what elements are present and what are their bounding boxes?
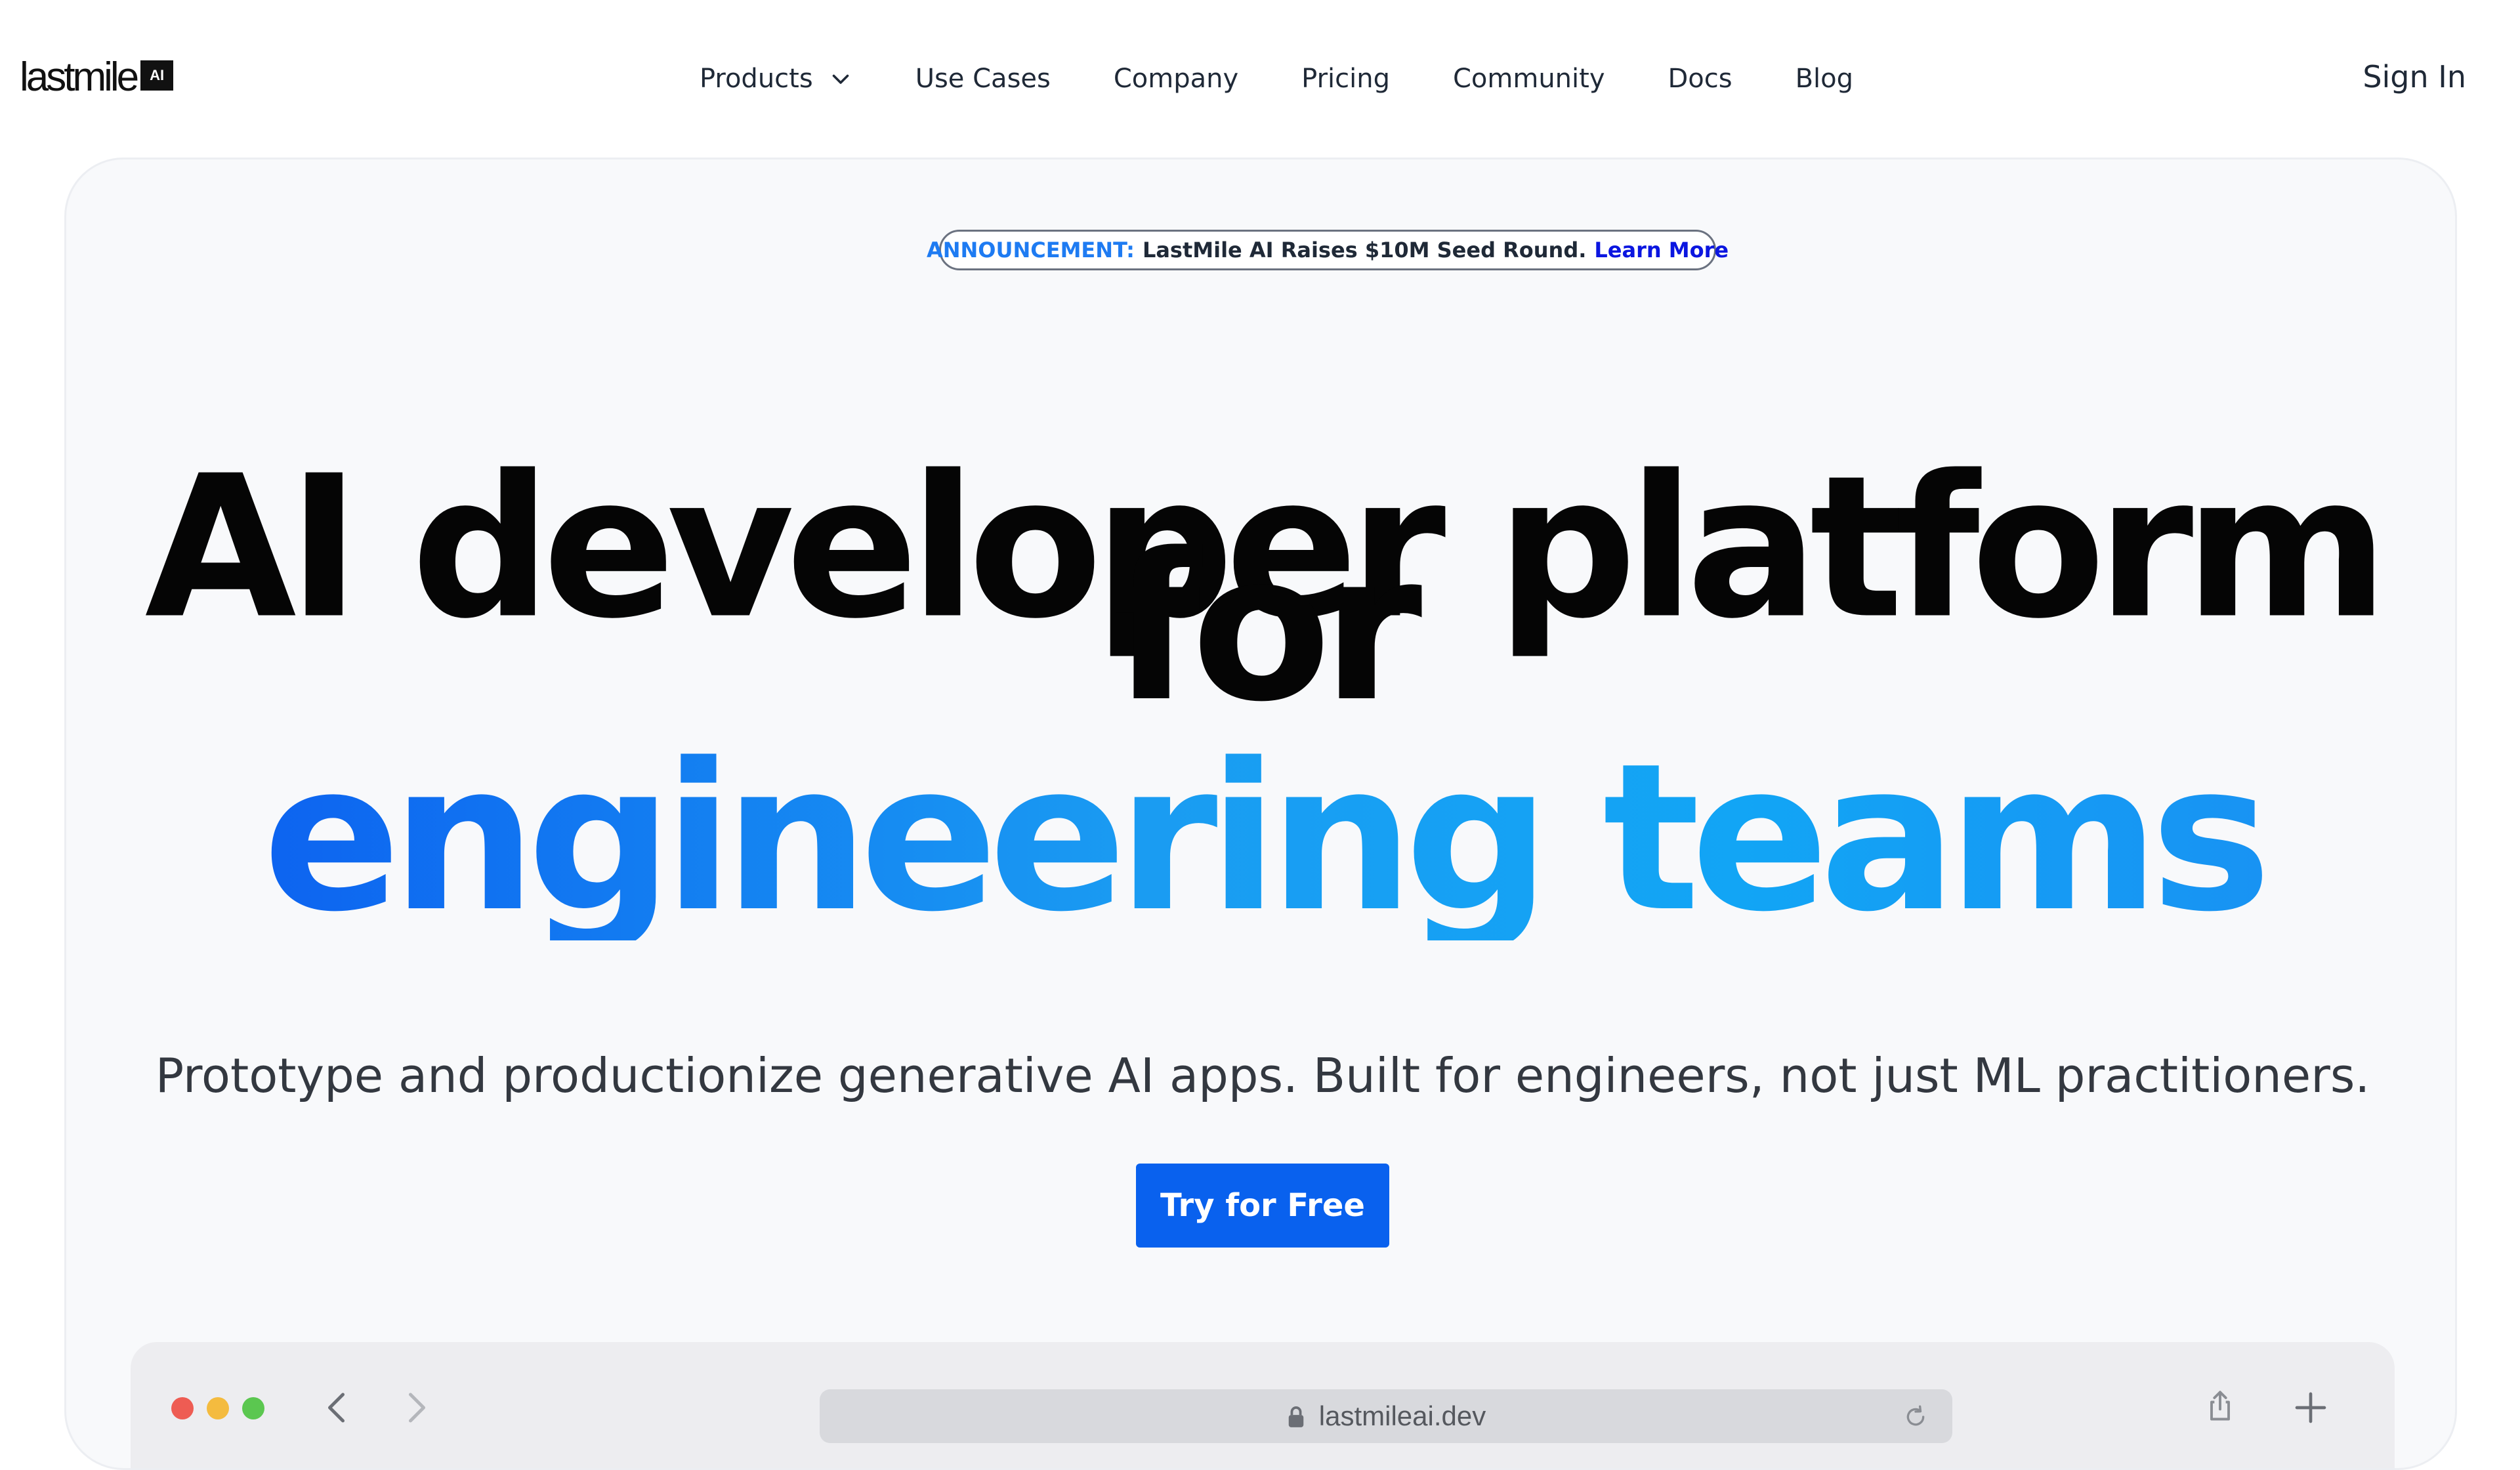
announcement-text: LastMile AI Raises $10M Seed Round. (1142, 238, 1587, 262)
learn-more-link[interactable]: Learn More (1594, 238, 1729, 262)
address-bar: lastmileai.dev (820, 1389, 1952, 1443)
try-for-free-button[interactable]: Try for Free (1136, 1164, 1389, 1248)
back-arrow-icon (328, 1393, 345, 1423)
nav-item-pricing[interactable]: Pricing (1301, 64, 1390, 94)
announcement-banner[interactable]: ANNOUNCEMENT: LastMile AI Raises $10M Se… (927, 230, 1729, 270)
nav-item-docs[interactable]: Docs (1668, 64, 1732, 94)
address-bar-url: lastmileai.dev (1318, 1400, 1486, 1431)
forward-arrow-icon (409, 1393, 425, 1423)
hero-subtitle: Prototype and productionize generative A… (155, 1048, 2370, 1103)
close-dot (171, 1397, 194, 1419)
headline-line-2-text: for (1112, 510, 1423, 747)
headline-line-3-gradient: engineering teams (66, 720, 2455, 957)
sign-in-link[interactable]: Sign In (2362, 59, 2466, 94)
plus-icon (2295, 1392, 2326, 1423)
headline-line-3-text: engineering teams (262, 720, 2263, 957)
announcement-label: ANNOUNCEMENT: (926, 238, 1135, 262)
nav-item-products[interactable]: Products (700, 64, 852, 94)
main-nav-links: Products Use Cases Company Pricing Commu… (0, 46, 2520, 112)
minimize-dot (207, 1397, 229, 1419)
chevron-down-icon (832, 74, 849, 84)
lock-icon (1288, 1406, 1304, 1427)
nav-item-use-cases[interactable]: Use Cases (915, 64, 1051, 94)
maximize-dot (242, 1397, 264, 1419)
hero-section: ANNOUNCEMENT: LastMile AI Raises $10M Se… (64, 158, 2457, 1470)
nav-item-community[interactable]: Community (1453, 64, 1605, 94)
nav-item-blog[interactable]: Blog (1796, 64, 1853, 94)
headline-line-2: for (66, 510, 2455, 747)
nav-item-products-label: Products (699, 64, 813, 94)
nav-item-company[interactable]: Company (1114, 64, 1238, 94)
top-navigation: lastmile AI Products Use Cases Company P… (0, 0, 2520, 158)
reload-icon (1906, 1405, 1925, 1426)
share-icon (2210, 1391, 2230, 1421)
browser-mockup: lastmileai.dev (131, 1342, 2395, 1468)
